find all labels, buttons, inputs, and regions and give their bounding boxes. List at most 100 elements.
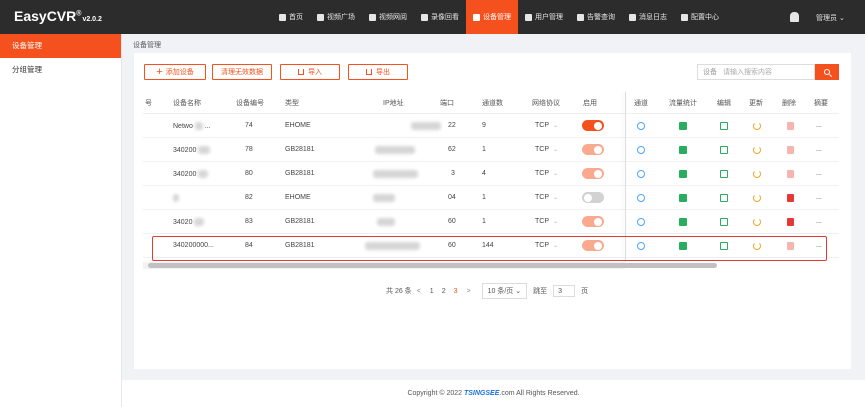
nav-alarm-query[interactable]: 告警查询	[570, 0, 622, 34]
summary-cell[interactable]: ...	[816, 122, 822, 129]
refresh-icon[interactable]	[753, 170, 761, 178]
col-delete: 删除	[782, 99, 796, 107]
search-input[interactable]: 设备 请输入搜索内容	[697, 64, 815, 80]
nav-label: 视频广场	[327, 14, 355, 21]
channel-icon[interactable]	[637, 194, 645, 202]
device-name-tail: ...	[204, 122, 211, 130]
traffic-stats-icon[interactable]	[679, 218, 687, 226]
edit-icon[interactable]	[720, 194, 728, 202]
prev-page-button[interactable]: <	[417, 288, 421, 295]
chevron-down-icon: ⌄	[553, 195, 559, 201]
nav-video-grid[interactable]: 视频网阅	[362, 0, 414, 34]
enable-toggle[interactable]	[582, 168, 604, 179]
nav-playback[interactable]: 录像回看	[414, 0, 466, 34]
add-device-label: 添加设备	[165, 69, 194, 76]
jump-label: 跳至	[533, 288, 548, 295]
nav-message-log[interactable]: 消息日志	[622, 0, 674, 34]
edit-icon[interactable]	[720, 170, 728, 178]
traffic-stats-icon[interactable]	[679, 122, 687, 130]
nav-user-management[interactable]: 用户管理	[518, 0, 570, 34]
search-placeholder: 请输入搜索内容	[723, 69, 772, 76]
delete-icon[interactable]	[787, 146, 794, 154]
bell-small-icon	[629, 13, 636, 21]
nav-label: 用户管理	[535, 14, 563, 21]
clean-invalid-data-button[interactable]: 清理无效数据	[212, 64, 272, 80]
search-button[interactable]	[815, 64, 839, 80]
enable-toggle[interactable]	[582, 120, 604, 131]
page-3-current[interactable]: 3	[454, 288, 458, 295]
protocol-select[interactable]: TCP ⌄	[535, 146, 558, 153]
import-button[interactable]: 导入	[280, 64, 340, 80]
copyright-prefix: Copyright © 2022	[407, 390, 463, 397]
enable-toggle[interactable]	[582, 144, 604, 155]
refresh-icon[interactable]	[753, 218, 761, 226]
refresh-icon[interactable]	[753, 122, 761, 130]
edit-icon[interactable]	[720, 218, 728, 226]
sidebar-item-device-management[interactable]: 设备管理	[0, 34, 121, 58]
next-page-button[interactable]: >	[467, 288, 471, 295]
enable-toggle[interactable]	[582, 192, 604, 203]
nav-home[interactable]: 首页	[272, 0, 310, 34]
jump-page-input[interactable]: 3	[553, 285, 576, 297]
channel-icon[interactable]	[637, 218, 645, 226]
user-menu[interactable]: 管理员 ⌄	[816, 13, 845, 23]
delete-icon[interactable]	[787, 194, 794, 202]
table-row[interactable]: 34020 83 GB28181 60 1 TCP ⌄ ...	[143, 210, 839, 234]
enable-toggle[interactable]	[582, 216, 604, 227]
home-icon	[279, 13, 286, 21]
page-1[interactable]: 1	[430, 288, 434, 295]
table-row[interactable]: 340200 78 GB28181 62 1 TCP ⌄ ...	[143, 138, 839, 162]
delete-icon[interactable]	[787, 122, 794, 130]
channel-icon[interactable]	[637, 146, 645, 154]
summary-cell[interactable]: ...	[816, 146, 822, 153]
page-size-select[interactable]: 10 条/页 ⌄	[481, 283, 528, 299]
page-2[interactable]: 2	[442, 288, 446, 295]
refresh-icon[interactable]	[753, 146, 761, 154]
protocol-select[interactable]: TCP ⌄	[535, 170, 558, 177]
channel-icon[interactable]	[637, 170, 645, 178]
edit-icon[interactable]	[720, 122, 728, 130]
pagination: 共 26 条 < 1 2 3 > 10 条/页 ⌄ 跳至 3 页	[386, 283, 588, 299]
nav-device-management[interactable]: 设备管理	[466, 0, 518, 34]
device-number-cell: 80	[245, 170, 253, 177]
sidebar-item-group-management[interactable]: 分组管理	[0, 58, 121, 82]
channel-icon[interactable]	[637, 122, 645, 130]
ip-cell	[373, 169, 418, 178]
delete-icon[interactable]	[787, 218, 794, 226]
summary-cell[interactable]: ...	[816, 218, 822, 225]
app-logo[interactable]: EasyCVR®v2.0.2	[14, 8, 102, 24]
device-number-cell: 74	[245, 122, 253, 129]
traffic-stats-icon[interactable]	[679, 170, 687, 178]
nav-config-center[interactable]: 配置中心	[674, 0, 726, 34]
horizontal-scrollbar[interactable]	[148, 263, 717, 268]
col-index: 号	[145, 99, 152, 107]
summary-cell[interactable]: ...	[816, 170, 822, 177]
protocol-select[interactable]: TCP ⌄	[535, 122, 558, 129]
nav-video-square[interactable]: 视频广场	[310, 0, 362, 34]
search-type-select[interactable]: 设备	[703, 67, 717, 77]
add-device-button[interactable]: + 添加设备	[144, 64, 206, 80]
traffic-stats-icon[interactable]	[679, 194, 687, 202]
table-row[interactable]: 82 EHOME 04 1 TCP ⌄ ...	[143, 186, 839, 210]
search-icon	[824, 69, 830, 75]
delete-icon[interactable]	[787, 170, 794, 178]
ip-cell	[375, 145, 415, 154]
refresh-icon[interactable]	[753, 194, 761, 202]
table-row[interactable]: Netwo ... 74 EHOME 22 9 TCP ⌄ ...	[143, 114, 839, 138]
ip-cell	[411, 121, 441, 130]
notification-bell-icon[interactable]	[790, 12, 799, 22]
copyright-suffix: .com All Rights Reserved.	[499, 390, 580, 397]
table-row[interactable]: 340200 80 GB28181 3 4 TCP ⌄ ...	[143, 162, 839, 186]
protocol-select[interactable]: TCP ⌄	[535, 194, 558, 201]
device-name: 340200	[173, 146, 197, 154]
device-name-cell: 34020	[173, 217, 205, 226]
export-button[interactable]: 导出	[348, 64, 408, 80]
ip-cell	[373, 193, 395, 202]
protocol-select[interactable]: TCP ⌄	[535, 218, 558, 225]
table-header: 号 设备名称 设备编号 类型 IP地址 端口 通道数 网络协议 启用 通道 流量…	[143, 92, 839, 114]
redacted-mark	[375, 145, 415, 154]
traffic-stats-icon[interactable]	[679, 146, 687, 154]
port-cell: 22	[448, 122, 456, 129]
summary-cell[interactable]: ...	[816, 194, 822, 201]
edit-icon[interactable]	[720, 146, 728, 154]
